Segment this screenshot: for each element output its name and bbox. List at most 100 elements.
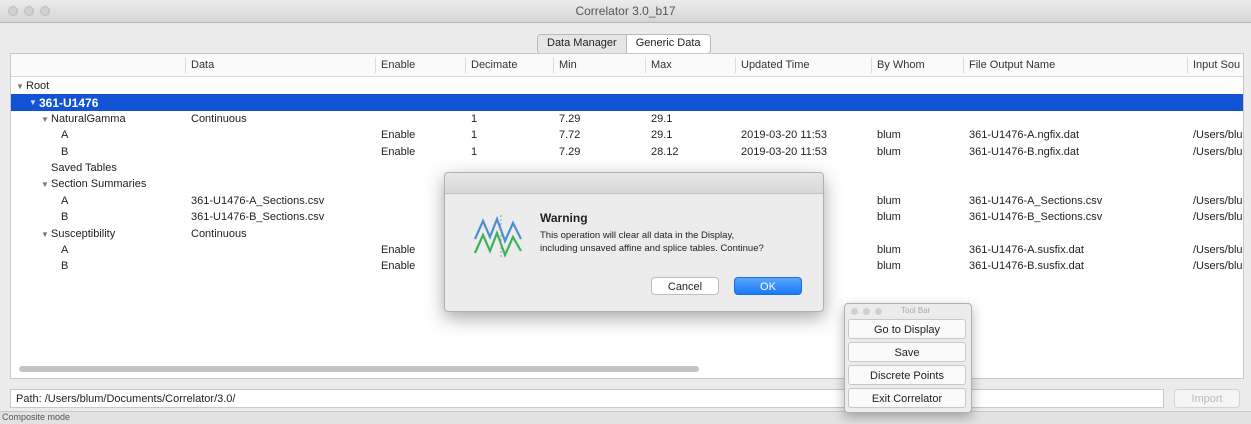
- row-name: Section Summaries: [51, 178, 147, 191]
- table-cell: Enable: [381, 129, 416, 142]
- cancel-button[interactable]: Cancel: [651, 277, 719, 295]
- table-cell: 29.1: [651, 112, 673, 125]
- table-cell: 1: [471, 129, 478, 142]
- table-cell: Continuous: [191, 112, 247, 125]
- table-cell: 1: [471, 145, 478, 158]
- tool-bar-title-bar: Tool Bar: [845, 304, 971, 318]
- correlator-logo-icon: [473, 215, 522, 259]
- column-header[interactable]: Input Sou: [1193, 59, 1240, 71]
- row-name: 361-U1476: [39, 96, 99, 111]
- column-separator[interactable]: [1187, 57, 1188, 73]
- column-header[interactable]: Updated Time: [741, 59, 809, 71]
- status-text: Composite mode: [2, 412, 71, 422]
- column-separator[interactable]: [185, 57, 186, 73]
- tool-bar-title: Tool Bar: [901, 306, 931, 315]
- table-cell: 28.12: [651, 145, 679, 158]
- column-separator[interactable]: [963, 57, 964, 73]
- tool-bar-panel: Tool Bar Go to Display Save Discrete Poi…: [844, 303, 972, 413]
- row-name: A: [61, 129, 69, 142]
- table-cell: 2019-03-20 11:53: [741, 129, 828, 142]
- table-cell: 361-U1476-A_Sections.csv: [969, 194, 1103, 207]
- column-header[interactable]: Enable: [381, 59, 415, 71]
- row-name: Root: [26, 80, 50, 92]
- table-cell: blum: [877, 260, 901, 273]
- column-separator[interactable]: [375, 57, 376, 73]
- column-header[interactable]: By Whom: [877, 59, 925, 71]
- table-cell: /Users/blu: [1193, 145, 1243, 158]
- column-separator[interactable]: [871, 57, 872, 73]
- table-cell: 2019-03-20 11:53: [741, 145, 828, 158]
- tab-bar: Data Manager Generic Data: [537, 34, 711, 54]
- table-cell: 361-U1476-B_Sections.csv: [969, 211, 1103, 224]
- column-header[interactable]: Max: [651, 59, 672, 71]
- column-separator[interactable]: [553, 57, 554, 73]
- table-cell: blum: [877, 244, 901, 256]
- table-cell: 7.72: [559, 129, 581, 142]
- table-row[interactable]: B Enable 1 7.29 28.12 2019-03-20 11:53 blum 361…: [11, 144, 1243, 161]
- table-cell: Enable: [381, 145, 416, 158]
- table-row[interactable]: ▼ 361-U1476: [11, 94, 1243, 112]
- table-cell: /Users/blu: [1193, 211, 1243, 224]
- table-cell: Enable: [381, 244, 416, 256]
- tool-bar-close-button[interactable]: [851, 308, 858, 315]
- column-header[interactable]: File Output Name: [969, 59, 1055, 71]
- warning-dialog: Warning This operation will clear all da…: [444, 172, 824, 312]
- disclosure-triangle-icon[interactable]: ▼: [41, 180, 49, 189]
- window-title-bar: Correlator 3.0_b17: [0, 0, 1251, 23]
- column-separator[interactable]: [735, 57, 736, 73]
- column-separator[interactable]: [465, 57, 466, 73]
- disclosure-triangle-icon[interactable]: ▼: [29, 98, 37, 107]
- discrete-points-button[interactable]: Discrete Points: [848, 365, 966, 385]
- table-row[interactable]: ▼ NaturalGamma Continuous 1 7.29 29.1: [11, 111, 1243, 128]
- column-header[interactable]: Decimate: [471, 59, 517, 71]
- column-header[interactable]: Min: [559, 59, 577, 71]
- path-value: Path: /Users/blum/Documents/Correlator/3…: [16, 393, 236, 405]
- table-cell: Enable: [381, 260, 416, 273]
- table-cell: blum: [877, 129, 901, 142]
- import-button[interactable]: Import: [1174, 389, 1240, 408]
- disclosure-triangle-icon[interactable]: ▼: [16, 82, 24, 91]
- row-name: B: [61, 211, 69, 224]
- dialog-title-bar: [445, 173, 823, 194]
- table-cell: 361-U1476-A_Sections.csv: [191, 194, 325, 207]
- row-name: B: [61, 260, 69, 273]
- table-cell: 361-U1476-B.susfix.dat: [969, 260, 1084, 273]
- ok-button[interactable]: OK: [734, 277, 802, 295]
- tool-bar-zoom-button[interactable]: [875, 308, 882, 315]
- table-cell: blum: [877, 145, 901, 158]
- row-name: A: [61, 194, 69, 207]
- go-to-display-button[interactable]: Go to Display: [848, 319, 966, 339]
- window-title: Correlator 3.0_b17: [575, 4, 676, 18]
- table-cell: 7.29: [559, 145, 581, 158]
- row-name: Saved Tables: [51, 162, 117, 174]
- tab-data-manager[interactable]: Data Manager: [538, 35, 627, 53]
- column-header[interactable]: Data: [191, 59, 214, 71]
- path-field[interactable]: Path: /Users/blum/Documents/Correlator/3…: [10, 389, 1164, 408]
- table-cell: 361-U1476-A.ngfix.dat: [969, 129, 1080, 142]
- exit-correlator-button[interactable]: Exit Correlator: [848, 388, 966, 408]
- table-row[interactable]: ▼ Root: [11, 78, 1243, 95]
- table-row[interactable]: A Enable 1 7.72 29.1 2019-03-20 11:53 blum 361-…: [11, 127, 1243, 144]
- save-button[interactable]: Save: [848, 342, 966, 362]
- table-cell: /Users/blu: [1193, 260, 1243, 273]
- table-cell: /Users/blu: [1193, 244, 1243, 256]
- table-cell: 1: [471, 112, 478, 125]
- dialog-title: Warning: [540, 211, 588, 225]
- dialog-message-line1: This operation will clear all data in th…: [540, 230, 735, 241]
- table-header: Data Enable Decimate Min Max Updated Time By W…: [11, 54, 1243, 77]
- disclosure-triangle-icon[interactable]: ▼: [41, 115, 49, 124]
- table-cell: 29.1: [651, 129, 673, 142]
- horizontal-scrollbar[interactable]: [19, 366, 699, 372]
- table-cell: /Users/blu: [1193, 129, 1243, 142]
- table-cell: /Users/blu: [1193, 194, 1243, 207]
- table-cell: 7.29: [559, 112, 581, 125]
- status-bar: Composite mode: [0, 411, 1251, 424]
- tool-bar-minimize-button[interactable]: [863, 308, 870, 315]
- tab-generic-data[interactable]: Generic Data: [627, 35, 710, 53]
- column-separator[interactable]: [645, 57, 646, 73]
- disclosure-triangle-icon[interactable]: ▼: [41, 230, 49, 239]
- dialog-message-line2: including unsaved affine and splice tabl…: [540, 243, 764, 254]
- row-name: Susceptibility: [51, 227, 116, 240]
- row-name: NaturalGamma: [51, 112, 126, 125]
- table-cell: blum: [877, 194, 901, 207]
